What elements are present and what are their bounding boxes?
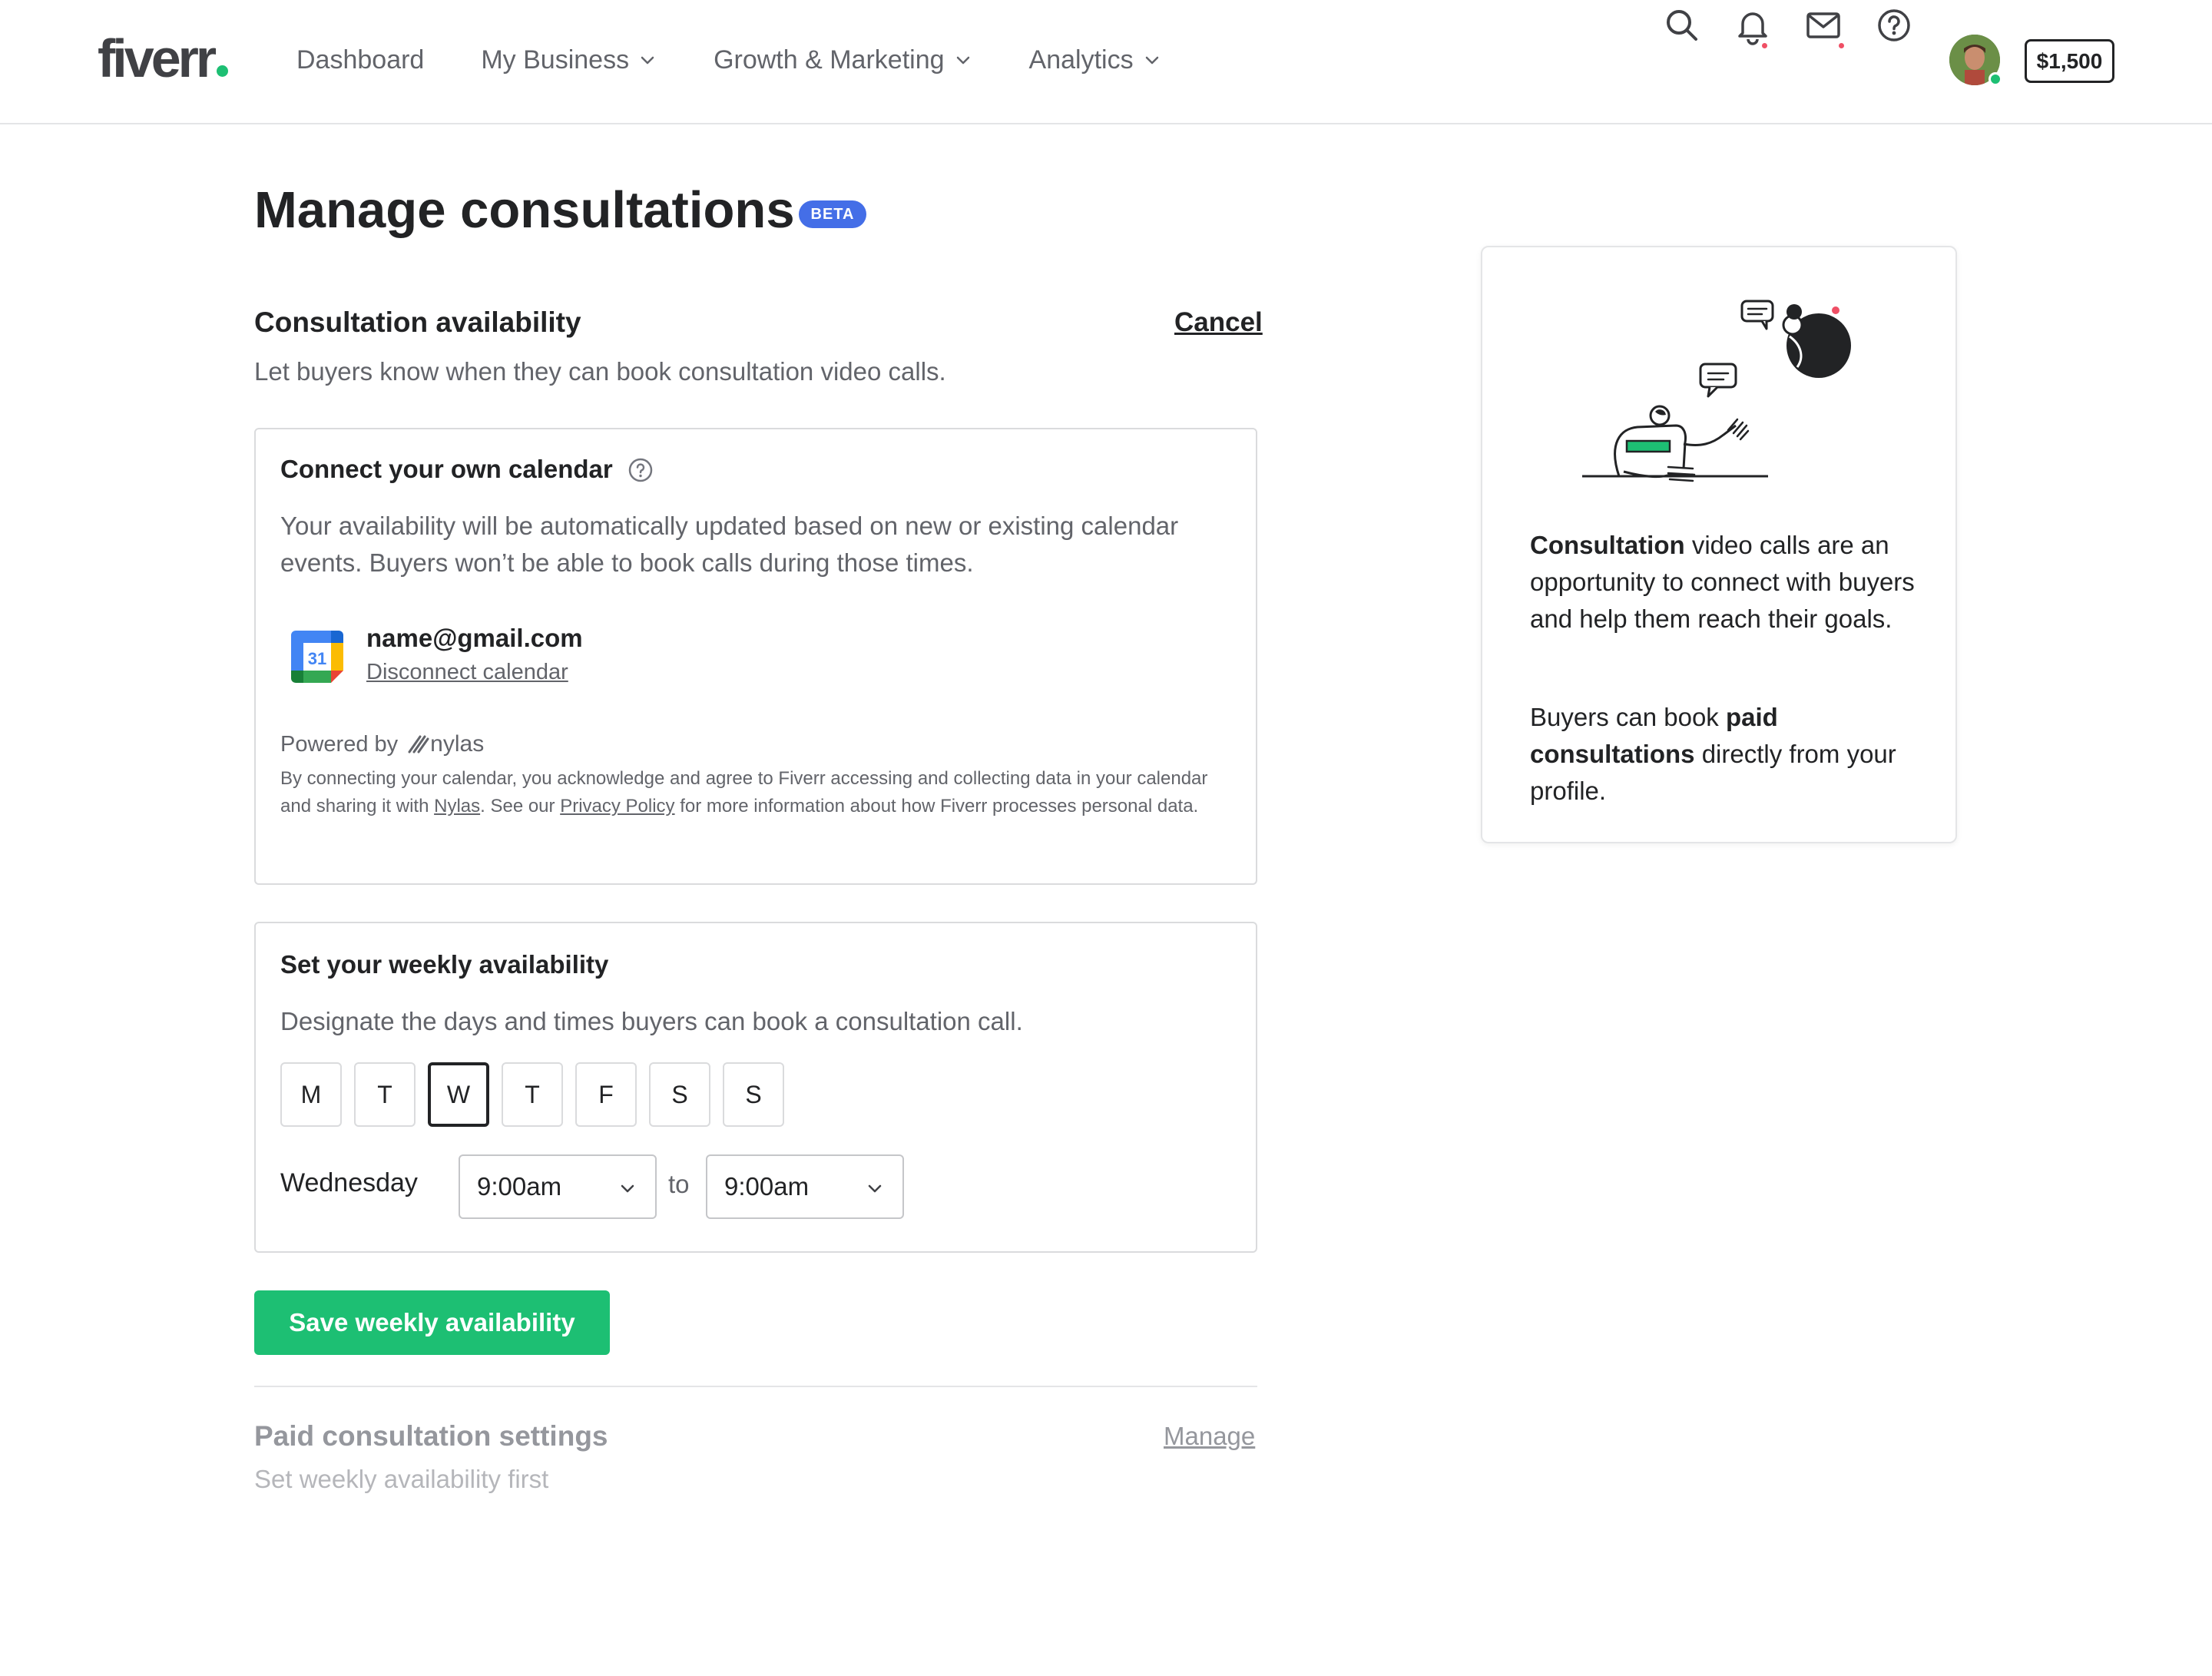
message-dot — [1837, 41, 1846, 50]
balance-button[interactable]: $1,500 — [2025, 39, 2114, 83]
beta-badge: BETA — [799, 200, 866, 228]
calendar-card-description: Your availability will be automatically … — [280, 512, 1179, 577]
legal-text: By connecting your calendar, you acknowl… — [280, 765, 1240, 820]
logo-dot — [217, 65, 229, 77]
question-circle-icon[interactable] — [628, 457, 654, 483]
side-p2-start: Buyers can book — [1530, 703, 1726, 731]
bell-icon[interactable] — [1733, 5, 1773, 45]
weekly-card-description: Designate the days and times buyers can … — [280, 1007, 1023, 1035]
to-label: to — [668, 1170, 690, 1198]
disconnect-calendar-link[interactable]: Disconnect calendar — [366, 657, 568, 687]
connect-calendar-card: Connect your own calendar Your availabil… — [254, 428, 1257, 885]
nav-growth-marketing[interactable]: Growth & Marketing — [714, 43, 972, 77]
nav-analytics[interactable]: Analytics — [1029, 43, 1161, 77]
side-p1-bold: Consultation — [1530, 531, 1685, 559]
selected-day-label: Wednesday — [280, 1168, 418, 1197]
nav-my-business[interactable]: My Business — [481, 43, 657, 77]
manage-link[interactable]: Manage — [1164, 1419, 1255, 1453]
legal-suffix: for more information about how Fiverr pr… — [674, 796, 1199, 816]
day-button-thursday[interactable]: T — [502, 1062, 563, 1127]
side-paragraph-2: Buyers can book paid consultations direc… — [1530, 699, 1929, 810]
notification-dot — [1760, 41, 1769, 50]
day-button-wednesday[interactable]: W — [428, 1062, 489, 1127]
powered-by-label: Powered by — [280, 732, 399, 757]
weekly-card-title: Set your weekly availability — [280, 950, 609, 979]
nylas-mark-icon — [408, 735, 429, 754]
day-button-sunday[interactable]: S — [723, 1062, 784, 1127]
calendar-date-text: 31 — [308, 649, 326, 668]
chevron-down-icon — [868, 1184, 882, 1193]
weekly-availability-card: Set your weekly availability Designate t… — [254, 922, 1257, 1253]
day-button-friday[interactable]: F — [575, 1062, 637, 1127]
calendar-card-title: Connect your own calendar — [280, 455, 613, 483]
day-button-saturday[interactable]: S — [649, 1062, 710, 1127]
cancel-link[interactable]: Cancel — [1174, 304, 1263, 341]
help-icon[interactable] — [1874, 5, 1914, 45]
chevron-down-icon — [1145, 56, 1158, 65]
powered-by: Powered by nylas — [280, 729, 484, 760]
side-paragraph-1: Consultation video calls are an opportun… — [1530, 527, 1929, 638]
top-header: fiverr Dashboard My Business Growth & Ma… — [0, 0, 2212, 124]
end-time-select[interactable]: 9:00am — [706, 1154, 904, 1219]
start-time-select[interactable]: 9:00am — [459, 1154, 657, 1219]
google-calendar-icon: 31 — [291, 631, 343, 683]
save-weekly-availability-button[interactable]: Save weekly availability — [254, 1290, 610, 1355]
availability-subtitle: Let buyers know when they can book consu… — [254, 357, 946, 386]
fiverr-logo[interactable]: fiverr — [98, 28, 229, 89]
day-button-monday[interactable]: M — [280, 1062, 342, 1127]
main-nav: Dashboard My Business Growth & Marketing… — [296, 43, 1161, 77]
paid-settings-subtitle: Set weekly availability first — [254, 1465, 549, 1493]
legal-middle: . See our — [480, 796, 561, 816]
mail-icon[interactable] — [1803, 5, 1843, 45]
paid-settings-title: Paid consultation settings — [254, 1420, 608, 1452]
search-icon[interactable] — [1662, 5, 1702, 45]
consultation-illustration — [1582, 300, 1851, 482]
chevron-down-icon — [956, 56, 969, 65]
chevron-down-icon — [621, 1184, 634, 1193]
day-button-tuesday[interactable]: T — [354, 1062, 416, 1127]
day-selector: M T W T F S S — [280, 1062, 796, 1127]
nylas-logo: nylas — [407, 729, 484, 760]
section-divider — [254, 1386, 1257, 1387]
info-side-card: Consultation video calls are an opportun… — [1481, 246, 1957, 843]
nylas-link[interactable]: Nylas — [434, 796, 480, 816]
privacy-policy-link[interactable]: Privacy Policy — [560, 796, 674, 816]
connected-email: name@gmail.com — [366, 624, 583, 652]
availability-title: Consultation availability — [254, 306, 581, 338]
page-title: Manage consultations — [254, 181, 795, 239]
end-time-value: 9:00am — [724, 1172, 810, 1201]
chevron-down-icon — [641, 56, 654, 65]
start-time-value: 9:00am — [477, 1172, 562, 1201]
nylas-brand-text: nylas — [430, 731, 485, 757]
nav-dashboard[interactable]: Dashboard — [296, 43, 424, 77]
online-status-dot — [1988, 72, 2002, 86]
